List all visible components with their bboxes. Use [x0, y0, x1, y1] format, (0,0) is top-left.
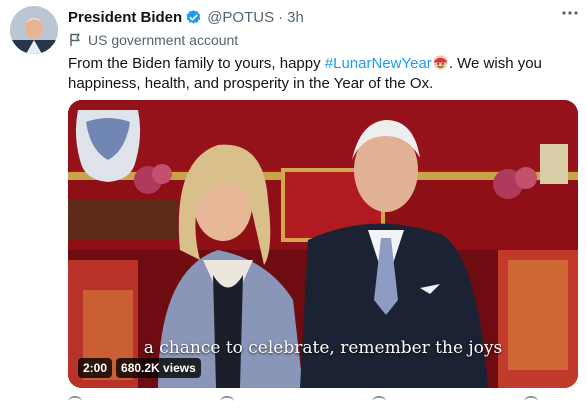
tweet-text: From the Biden family to yours, happy #L…	[68, 54, 578, 94]
red-envelope-emoji-icon	[433, 55, 448, 70]
tweet-text-start: From the Biden family to yours, happy	[68, 55, 325, 72]
account-label-text: US government account	[88, 32, 239, 48]
tweet-card[interactable]: President Biden @POTUS · 3h US governmen…	[0, 0, 587, 405]
separator-dot: ·	[278, 8, 284, 26]
flag-icon	[70, 33, 80, 46]
author-avatar[interactable]	[10, 6, 58, 54]
author-name[interactable]: President Biden	[68, 9, 182, 26]
tweet-timestamp[interactable]: 3h	[287, 9, 304, 26]
video-duration: 2:00	[78, 358, 113, 378]
author-handle[interactable]: @POTUS	[207, 9, 274, 26]
video-views: 680.2K views	[116, 358, 201, 378]
tweet-actions	[68, 396, 538, 408]
reply-icon[interactable]	[68, 396, 82, 408]
more-icon[interactable]	[559, 5, 581, 21]
retweet-icon[interactable]	[220, 396, 234, 408]
hashtag-link[interactable]: #LunarNewYear	[325, 55, 432, 72]
like-icon[interactable]	[372, 396, 386, 408]
video-caption: a chance to celebrate, remember the joys	[143, 338, 503, 358]
share-icon[interactable]	[524, 396, 538, 408]
verified-badge-icon	[186, 9, 201, 24]
video-player[interactable]: a chance to celebrate, remember the joys…	[68, 100, 578, 388]
account-label[interactable]: US government account	[68, 31, 238, 49]
